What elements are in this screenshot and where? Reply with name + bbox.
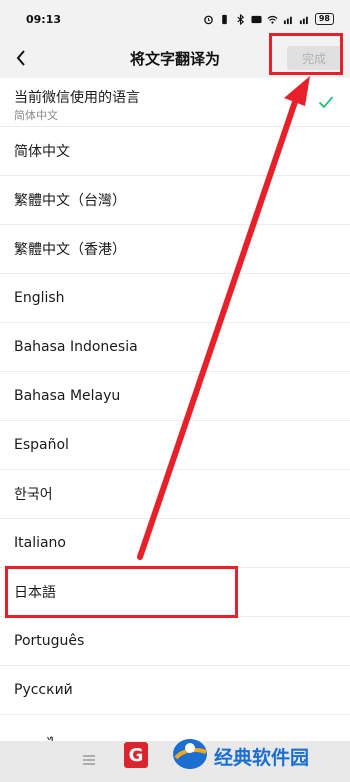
signal-icon-2 (299, 16, 308, 24)
language-label: 日本語 (14, 585, 56, 601)
alarm-icon (204, 15, 213, 24)
language-label: Русский (14, 682, 73, 698)
language-label: 한국어 (14, 487, 53, 503)
language-item[interactable]: Italiano (0, 519, 350, 568)
current-language-value: 简体中文 (14, 109, 58, 122)
language-label: 简体中文 (14, 144, 70, 160)
hd-icon (251, 15, 262, 23)
language-label: English (14, 290, 65, 306)
current-language-label: 当前微信使用的语言 (14, 90, 140, 106)
language-label: Italiano (14, 535, 66, 551)
watermark-badge: G (124, 742, 148, 768)
language-item[interactable]: Русский (0, 666, 350, 715)
language-list: 当前微信使用的语言 简体中文 简体中文 繁體中文（台灣） 繁體中文（香港） En… (0, 78, 350, 748)
check-icon (318, 96, 334, 109)
language-item[interactable]: 繁體中文（香港） (0, 225, 350, 274)
status-time: 09:13 (26, 12, 62, 26)
watermark-text: 经典软件园 (214, 747, 310, 769)
language-label: Bahasa Indonesia (14, 339, 138, 355)
language-item[interactable]: 한국어 (0, 470, 350, 519)
language-label: Bahasa Melayu (14, 388, 121, 404)
language-item[interactable]: 简体中文 (0, 127, 350, 176)
status-bar: 09:13 98 (0, 0, 350, 38)
language-label: Português (14, 633, 85, 649)
language-item[interactable]: 繁體中文（台灣） (0, 176, 350, 225)
wifi-icon (267, 15, 278, 24)
done-button[interactable]: 完成 (287, 46, 341, 70)
bluetooth-icon (237, 13, 244, 25)
current-language-row[interactable]: 当前微信使用的语言 简体中文 (0, 78, 350, 127)
vibrate-icon (222, 14, 227, 24)
battery-indicator: 98 (314, 13, 334, 25)
language-item[interactable]: Español (0, 421, 350, 470)
language-item[interactable]: Português (0, 617, 350, 666)
menu-icon[interactable] (82, 753, 96, 767)
language-item[interactable]: Bahasa Indonesia (0, 323, 350, 372)
language-item[interactable]: English (0, 274, 350, 323)
watermark-logo-icon (173, 739, 207, 769)
language-item[interactable]: Bahasa Melayu (0, 372, 350, 421)
language-label: 繁體中文（香港） (14, 242, 126, 258)
language-item-japanese[interactable]: 日本語 (0, 568, 350, 617)
header: 将文字翻译为 完成 (0, 38, 350, 78)
language-label: 繁體中文（台灣） (14, 193, 126, 209)
screen: 09:13 98 将文字翻译为 完成 当前微信使用的语言 简体中文 简体中文 繁… (0, 0, 350, 782)
status-icons: 98 (203, 13, 334, 25)
signal-icon (283, 16, 292, 24)
language-label: Español (14, 437, 69, 453)
